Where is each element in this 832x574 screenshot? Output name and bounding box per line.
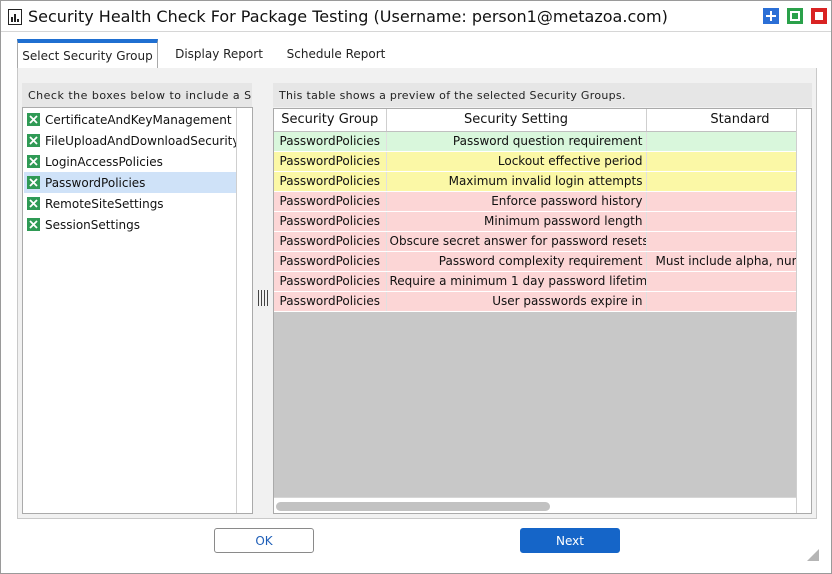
cell-security-group: PasswordPolicies bbox=[274, 231, 387, 252]
list-item-file-upload-and-download-security[interactable]: FileUploadAndDownloadSecurity bbox=[24, 130, 240, 151]
cell-security-group: PasswordPolicies bbox=[274, 191, 387, 212]
table-row[interactable]: PasswordPolicies User passwords expire in bbox=[274, 291, 811, 312]
tab-bar: Select Security Group Display Report Sch… bbox=[17, 39, 817, 69]
cell-security-group: PasswordPolicies bbox=[274, 131, 387, 152]
checkbox-checked-icon[interactable] bbox=[27, 197, 40, 210]
cell-standard bbox=[646, 191, 811, 212]
plus-icon[interactable] bbox=[763, 8, 779, 24]
table-row[interactable]: PasswordPolicies Password complexity requ… bbox=[274, 251, 811, 272]
cell-security-setting: User passwords expire in bbox=[386, 291, 647, 312]
column-header-standard[interactable]: Standard bbox=[646, 109, 811, 132]
column-header-security-setting[interactable]: Security Setting bbox=[386, 109, 647, 132]
cell-security-setting: Password question requirement bbox=[386, 131, 647, 152]
cell-standard bbox=[646, 291, 811, 312]
cell-security-group: PasswordPolicies bbox=[274, 151, 387, 172]
preview-table-hint: This table shows a preview of the select… bbox=[273, 83, 812, 107]
table-row[interactable]: PasswordPolicies Minimum password length bbox=[274, 211, 811, 232]
close-icon[interactable] bbox=[811, 8, 827, 24]
cell-standard bbox=[646, 231, 811, 252]
cell-standard: Must include alpha, numeric bbox=[646, 251, 811, 272]
list-item-password-policies[interactable]: PasswordPolicies bbox=[24, 172, 236, 193]
preview-table: Security Group Security Setting Standard… bbox=[273, 108, 812, 514]
checkbox-checked-icon[interactable] bbox=[27, 176, 40, 189]
cell-security-setting: Obscure secret answer for password reset… bbox=[386, 231, 647, 252]
cell-security-setting: Password complexity requirement bbox=[386, 251, 647, 272]
list-item-session-settings[interactable]: SessionSettings bbox=[24, 214, 236, 235]
list-item-label: CertificateAndKeyManagement bbox=[45, 112, 232, 127]
checkbox-checked-icon[interactable] bbox=[27, 155, 40, 168]
title-bar: Security Health Check For Package Testin… bbox=[1, 1, 831, 32]
cell-security-group: PasswordPolicies bbox=[274, 291, 387, 312]
table-horizontal-scrollbar[interactable] bbox=[274, 497, 796, 513]
cell-security-group: PasswordPolicies bbox=[274, 171, 387, 192]
checkbox-checked-icon[interactable] bbox=[27, 218, 40, 231]
table-row[interactable]: PasswordPolicies Lockout effective period bbox=[274, 151, 811, 172]
cell-standard bbox=[646, 131, 811, 152]
checkbox-checked-icon[interactable] bbox=[27, 113, 40, 126]
tab-display-report[interactable]: Display Report bbox=[168, 39, 270, 69]
cell-security-setting: Enforce password history bbox=[386, 191, 647, 212]
tab-select-security-group[interactable]: Select Security Group bbox=[17, 39, 158, 69]
resize-grip-icon[interactable] bbox=[807, 549, 819, 561]
table-row[interactable]: PasswordPolicies Require a minimum 1 day … bbox=[274, 271, 811, 292]
cell-security-group: PasswordPolicies bbox=[274, 271, 387, 292]
maximize-icon[interactable] bbox=[787, 8, 803, 24]
list-item-remote-site-settings[interactable]: RemoteSiteSettings bbox=[24, 193, 236, 214]
splitter-handle-icon[interactable] bbox=[257, 288, 269, 308]
list-item-certificate-and-key-management[interactable]: CertificateAndKeyManagement bbox=[24, 109, 236, 130]
list-item-label: SessionSettings bbox=[45, 217, 141, 232]
list-item-label: FileUploadAndDownloadSecurity bbox=[45, 133, 240, 148]
cell-standard bbox=[646, 211, 811, 232]
group-list-scrollbar[interactable] bbox=[236, 108, 252, 513]
list-item-login-access-policies[interactable]: LoginAccessPolicies bbox=[24, 151, 236, 172]
group-list-hint: Check the boxes below to include a Secur… bbox=[22, 83, 252, 107]
cell-standard bbox=[646, 271, 811, 292]
table-header-row: Security Group Security Setting Standard bbox=[274, 109, 811, 132]
security-group-list[interactable]: CertificateAndKeyManagement FileUploadAn… bbox=[22, 107, 253, 514]
ok-button[interactable]: OK bbox=[214, 528, 314, 553]
cell-security-setting: Require a minimum 1 day password lifetim… bbox=[386, 271, 647, 292]
list-item-label: PasswordPolicies bbox=[45, 175, 146, 190]
document-icon bbox=[8, 9, 22, 25]
list-item-label: RemoteSiteSettings bbox=[45, 196, 164, 211]
cell-security-group: PasswordPolicies bbox=[274, 211, 387, 232]
column-header-security-group[interactable]: Security Group bbox=[274, 109, 387, 132]
cell-security-setting: Minimum password length bbox=[386, 211, 647, 232]
tab-schedule-report[interactable]: Schedule Report bbox=[279, 39, 393, 69]
cell-security-setting: Maximum invalid login attempts bbox=[386, 171, 647, 192]
cell-standard bbox=[646, 171, 811, 192]
table-vertical-scrollbar[interactable] bbox=[796, 109, 811, 513]
table-row[interactable]: PasswordPolicies Password question requir… bbox=[274, 131, 811, 152]
table-row[interactable]: PasswordPolicies Maximum invalid login at… bbox=[274, 171, 811, 192]
cell-security-setting: Lockout effective period bbox=[386, 151, 647, 172]
preview-grid: Security Group Security Setting Standard… bbox=[274, 109, 811, 312]
table-row[interactable]: PasswordPolicies Enforce password history bbox=[274, 191, 811, 212]
list-item-label: LoginAccessPolicies bbox=[45, 154, 163, 169]
cell-security-group: PasswordPolicies bbox=[274, 251, 387, 272]
table-row[interactable]: PasswordPolicies Obscure secret answer fo… bbox=[274, 231, 811, 252]
dialog-window: Security Health Check For Package Testin… bbox=[0, 0, 832, 574]
checkbox-checked-icon[interactable] bbox=[27, 134, 40, 147]
window-title: Security Health Check For Package Testin… bbox=[28, 7, 668, 26]
next-button[interactable]: Next bbox=[520, 528, 620, 553]
cell-standard bbox=[646, 151, 811, 172]
scrollbar-thumb[interactable] bbox=[276, 502, 550, 511]
